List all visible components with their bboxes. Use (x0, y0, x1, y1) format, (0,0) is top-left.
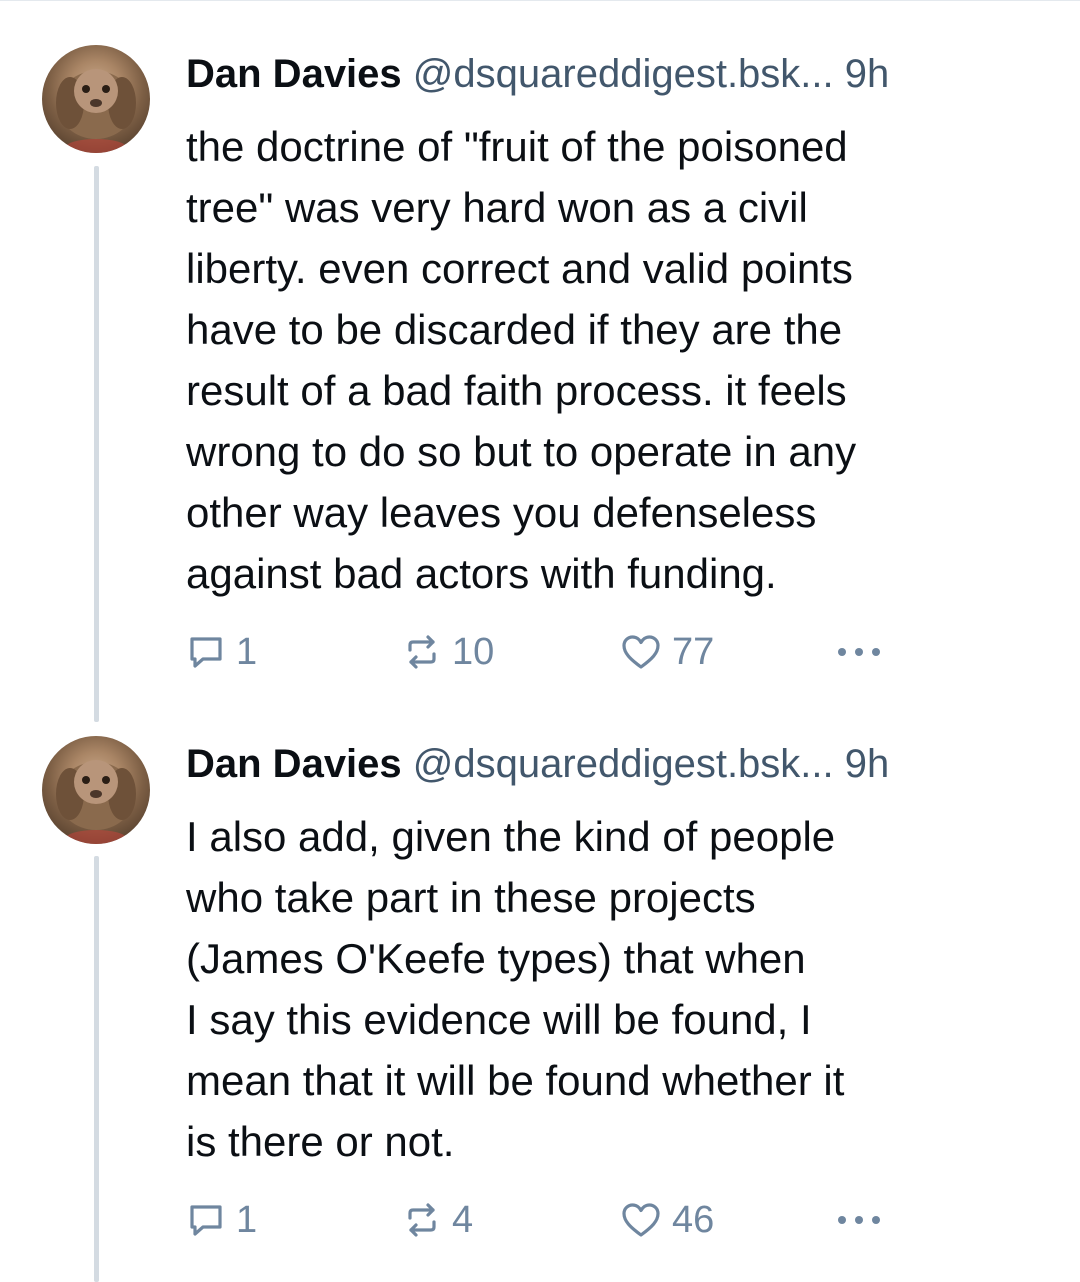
avatar[interactable] (42, 736, 150, 844)
repost-button[interactable]: 10 (402, 624, 494, 680)
post-header: Dan Davies @dsquareddigest.bsk... 9h (186, 734, 1046, 794)
post-actions: 1 4 46 (186, 1192, 1046, 1248)
post-text: the doctrine of "fruit of the poisoned t… (186, 123, 857, 597)
like-count: 77 (672, 631, 715, 673)
author-handle[interactable]: @dsquareddigest.bsk... (413, 742, 834, 786)
like-button[interactable]: 77 (620, 624, 714, 680)
reply-button[interactable]: 1 (186, 624, 257, 680)
reply-count: 1 (236, 631, 258, 673)
heart-icon (622, 635, 660, 669)
repost-count: 4 (452, 1199, 474, 1241)
author-handle[interactable]: @dsquareddigest.bsk... (413, 52, 834, 96)
reply-icon (190, 1205, 222, 1236)
heart-icon (622, 1203, 660, 1237)
post-2[interactable]: Dan Davies @dsquareddigest.bsk... 9h I a… (0, 720, 1080, 1282)
more-options-button[interactable] (834, 1192, 884, 1248)
post-text: I also add, given the kind of people who… (186, 813, 845, 1165)
thread-line (94, 856, 99, 1282)
avatar[interactable] (42, 45, 150, 153)
more-options-button[interactable] (834, 624, 884, 680)
repost-button[interactable]: 4 (402, 1192, 473, 1248)
author-name[interactable]: Dan Davies (186, 742, 402, 786)
more-options-icon (838, 648, 880, 656)
repost-icon (408, 1203, 436, 1237)
more-options-icon (838, 1216, 880, 1224)
repost-count: 10 (452, 631, 495, 673)
reply-button[interactable]: 1 (186, 1192, 257, 1248)
thread-line (94, 166, 99, 722)
post-time[interactable]: 9h (845, 52, 890, 96)
author-name[interactable]: Dan Davies (186, 52, 402, 96)
post-actions: 1 10 77 (186, 624, 1046, 680)
repost-icon (408, 635, 436, 669)
post-1[interactable]: Dan Davies @dsquareddigest.bsk... 9h the… (0, 0, 1080, 722)
post-time[interactable]: 9h (845, 742, 890, 786)
post-header: Dan Davies @dsquareddigest.bsk... 9h (186, 44, 1046, 104)
reply-count: 1 (236, 1199, 258, 1241)
reply-icon (190, 637, 222, 668)
like-count: 46 (672, 1199, 715, 1241)
like-button[interactable]: 46 (620, 1192, 714, 1248)
